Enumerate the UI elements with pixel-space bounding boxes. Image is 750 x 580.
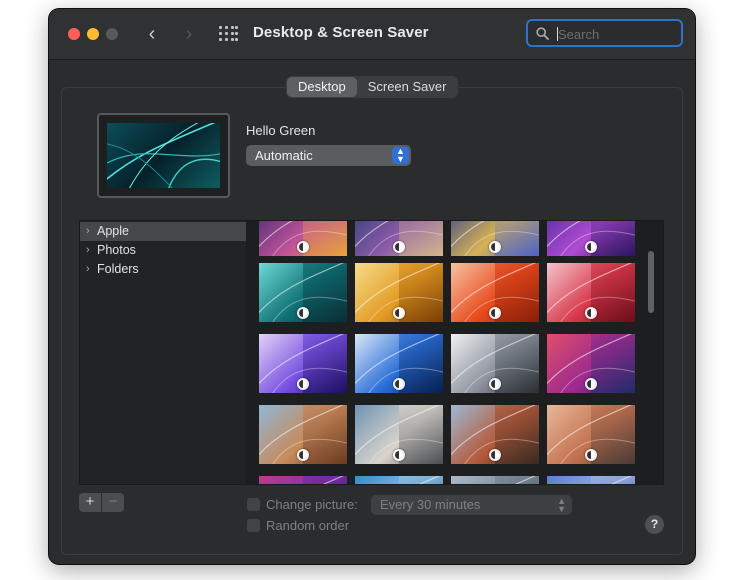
dynamic-desktop-icon [489, 307, 501, 319]
dynamic-desktop-icon [393, 449, 405, 461]
forward-button[interactable]: › [179, 23, 199, 45]
appearance-mode-popup[interactable]: Automatic ▲ ▼ [246, 145, 411, 166]
wallpaper-thumbnail[interactable] [259, 221, 347, 256]
search-input[interactable] [556, 24, 680, 44]
checkbox-box[interactable] [247, 498, 260, 511]
disclosure-chevron-icon[interactable]: › [86, 222, 90, 241]
wallpaper-thumbnail[interactable] [547, 405, 635, 464]
remove-folder-button[interactable]: − [102, 493, 124, 512]
search-field[interactable] [526, 19, 683, 47]
dynamic-desktop-icon [297, 378, 309, 390]
wallpaper-thumbnail[interactable] [355, 263, 443, 322]
checkbox-box[interactable] [247, 519, 260, 532]
source-item-photos[interactable]: › Photos [80, 241, 246, 260]
dynamic-desktop-icon [585, 241, 597, 253]
wallpaper-gallery [246, 220, 664, 485]
wallpaper-preview-image [107, 123, 220, 188]
wallpaper-thumbnail[interactable] [355, 334, 443, 393]
dynamic-desktop-icon [585, 449, 597, 461]
zoom-window-button[interactable] [106, 28, 118, 40]
source-list: › Apple › Photos › Folders [79, 220, 247, 485]
add-remove-control: + − [79, 493, 124, 512]
wallpaper-thumbnail[interactable] [355, 221, 443, 256]
dynamic-desktop-icon [489, 378, 501, 390]
wallpaper-thumbnail[interactable] [451, 405, 539, 464]
change-interval-popup[interactable]: Every 30 minutes ▲ ▼ [371, 495, 572, 515]
wallpaper-lines [322, 476, 345, 484]
dynamic-desktop-icon [489, 241, 501, 253]
wallpaper-thumbnail[interactable] [451, 334, 539, 393]
title-bar: ‹ › Desktop & Screen Saver [49, 9, 695, 60]
source-item-apple[interactable]: › Apple [80, 222, 246, 241]
tab-desktop[interactable]: Desktop [287, 77, 357, 97]
source-item-folders[interactable]: › Folders [80, 260, 246, 279]
dynamic-desktop-icon [297, 241, 309, 253]
wallpaper-thumbnail[interactable] [259, 476, 347, 484]
wallpaper-thumbnail[interactable] [547, 334, 635, 393]
source-item-label: Photos [97, 243, 136, 257]
random-order-label: Random order [266, 518, 350, 533]
minimize-window-button[interactable] [87, 28, 99, 40]
dynamic-desktop-icon [393, 307, 405, 319]
tab-segmented-control: Desktop Screen Saver [286, 76, 459, 98]
wallpaper-thumbnail[interactable] [355, 405, 443, 464]
wallpaper-thumbnail[interactable] [547, 221, 635, 256]
dynamic-desktop-icon [489, 449, 501, 461]
back-button[interactable]: ‹ [142, 23, 162, 45]
dynamic-desktop-icon [393, 241, 405, 253]
wallpaper-thumbnail[interactable] [259, 334, 347, 393]
disclosure-chevron-icon[interactable]: › [86, 260, 90, 279]
show-all-grid-icon[interactable] [219, 26, 238, 42]
wallpaper-thumbnail[interactable] [451, 221, 539, 256]
dynamic-desktop-icon [585, 307, 597, 319]
help-button[interactable]: ? [645, 515, 664, 534]
wallpaper-thumbnail[interactable] [547, 263, 635, 322]
change-interval-value: Every 30 minutes [380, 497, 481, 512]
tab-screen-saver[interactable]: Screen Saver [357, 77, 458, 97]
system-preferences-window: ‹ › Desktop & Screen Saver Desktop Scree… [49, 9, 695, 564]
add-folder-button[interactable]: + [79, 493, 102, 512]
wallpaper-thumbnail[interactable] [259, 263, 347, 322]
source-item-label: Folders [97, 262, 139, 276]
change-picture-label: Change picture: [266, 497, 358, 512]
wallpaper-lines [610, 476, 633, 484]
text-caret [557, 27, 558, 41]
wallpaper-name: Hello Green [246, 123, 316, 138]
wallpaper-lines [418, 476, 441, 484]
source-item-label: Apple [97, 224, 129, 238]
window-title: Desktop & Screen Saver [253, 24, 429, 41]
search-icon [536, 27, 549, 40]
wallpaper-thumbnail[interactable] [547, 476, 635, 484]
wallpaper-thumbnail[interactable] [451, 476, 539, 484]
popup-arrows-icon: ▲ ▼ [392, 147, 409, 164]
appearance-mode-value: Automatic [255, 148, 313, 163]
popup-arrows-icon: ▲ ▼ [557, 496, 566, 514]
dynamic-desktop-icon [297, 307, 309, 319]
dynamic-desktop-icon [585, 378, 597, 390]
wallpaper-lines [514, 476, 537, 484]
wallpaper-thumbnail[interactable] [259, 405, 347, 464]
disclosure-chevron-icon[interactable]: › [86, 241, 90, 260]
gallery-scrollbar[interactable] [648, 251, 654, 313]
dynamic-desktop-icon [393, 378, 405, 390]
wallpaper-thumbnail[interactable] [355, 476, 443, 484]
wallpaper-thumbnail[interactable] [451, 263, 539, 322]
dynamic-desktop-icon [297, 449, 309, 461]
close-window-button[interactable] [68, 28, 80, 40]
wallpaper-preview [97, 113, 230, 198]
